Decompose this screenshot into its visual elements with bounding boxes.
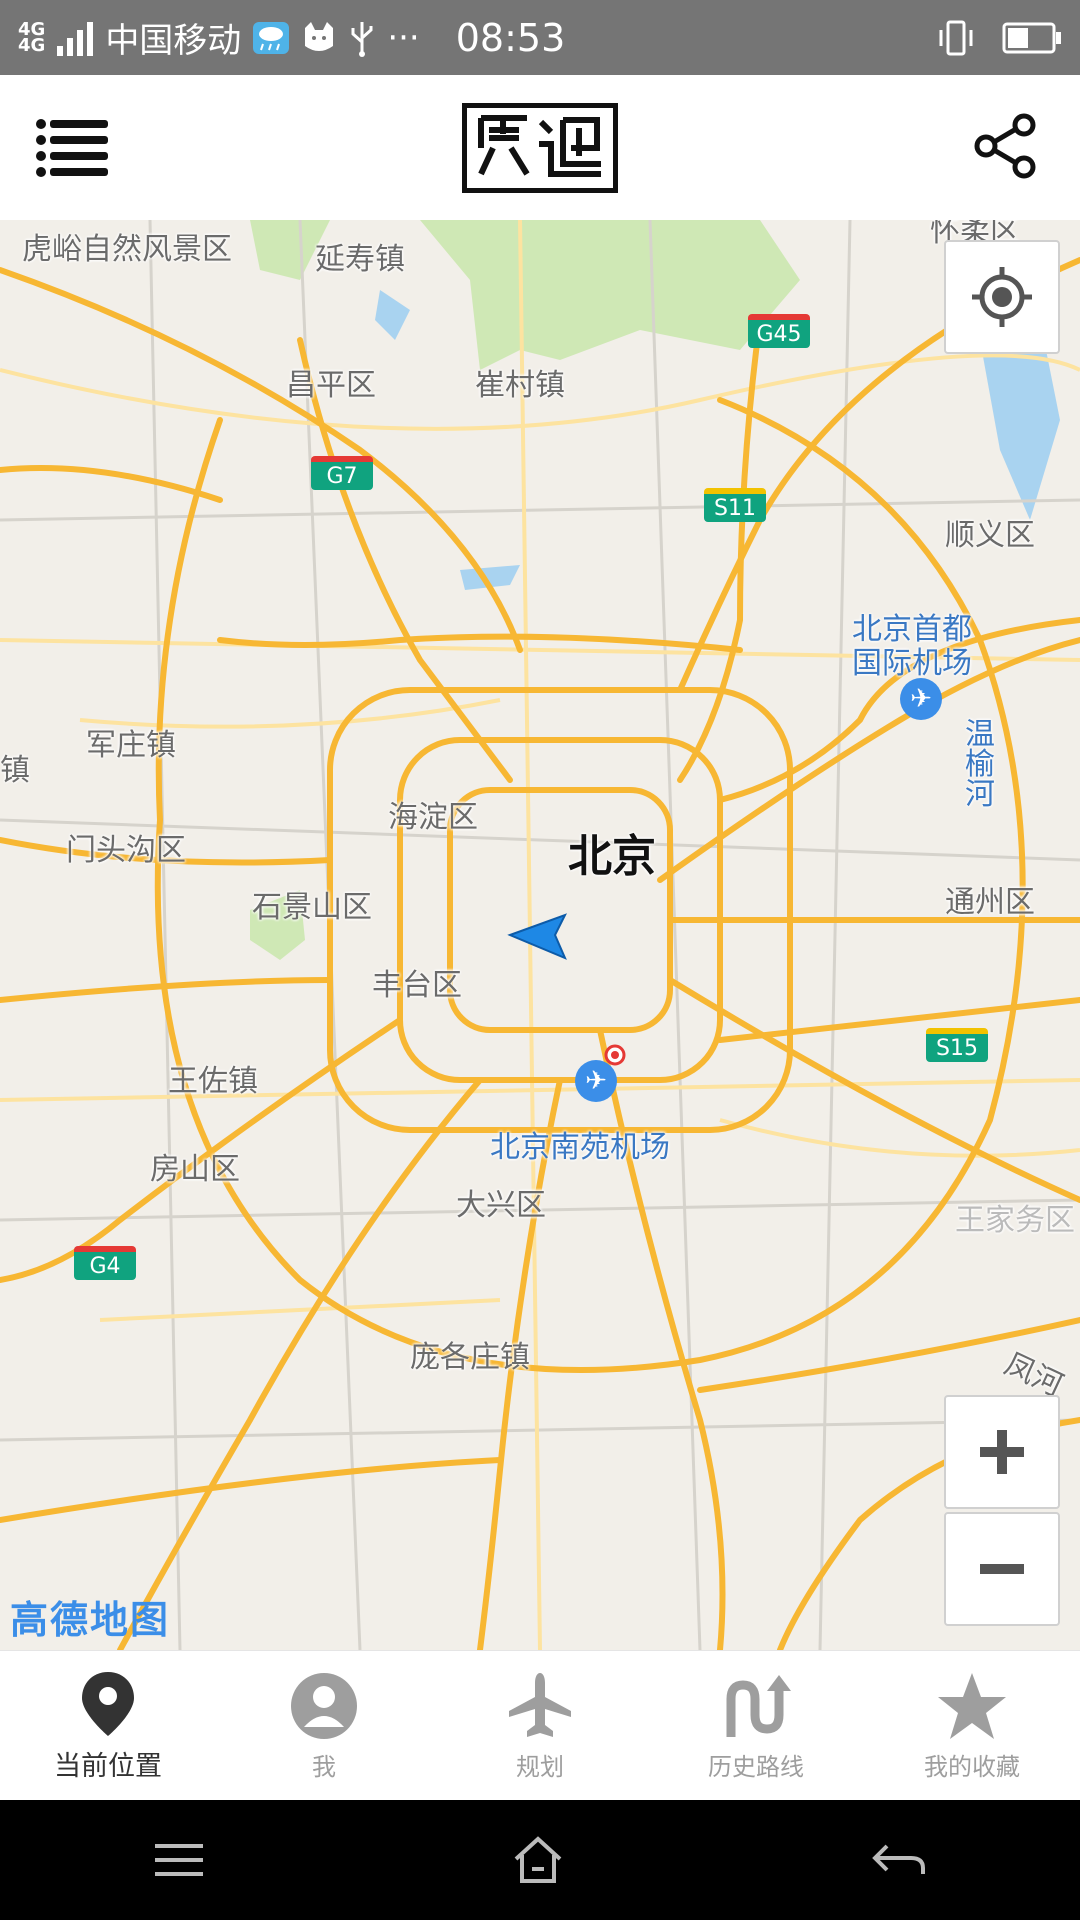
zoom-out-button[interactable]	[944, 1512, 1060, 1626]
cat-notification-icon	[305, 21, 334, 51]
map-label: 镇	[0, 753, 30, 788]
road-shield: G45	[748, 314, 810, 348]
airport-icon: ✈	[900, 678, 942, 720]
star-icon	[938, 1672, 1006, 1739]
map-label: 温 榆 河	[965, 717, 995, 812]
current-location-arrow	[507, 913, 568, 960]
usb-icon	[351, 21, 373, 57]
carrier-name: 中国移动	[105, 21, 242, 61]
tab-plan[interactable]: 规划	[432, 1651, 648, 1801]
map-label-beijing: 北京	[568, 831, 656, 882]
tab-label: 规划	[516, 1752, 564, 1781]
map-view[interactable]: 虎峪自然风景区 延寿镇 怀柔区 昌平区 崔村镇 顺义区 北京首都 国际机场 军庄…	[0, 220, 1080, 1650]
battery-icon	[1002, 22, 1061, 53]
map-label: 昌平区	[286, 368, 376, 403]
tab-label: 历史路线	[708, 1752, 804, 1781]
signal-icon	[57, 21, 94, 56]
map-label: 庞各庄镇	[410, 1340, 530, 1375]
crosshair-icon	[972, 267, 1032, 327]
road-shield: G7	[311, 456, 373, 490]
menu-icon[interactable]	[36, 118, 108, 178]
share-icon[interactable]	[972, 113, 1038, 179]
map-label: 王佐镇	[168, 1064, 258, 1099]
status-left: 4G 4G 中国移动 ··· 08:53	[18, 13, 565, 62]
tab-favorites[interactable]: 我的收藏	[864, 1651, 1080, 1801]
user-icon	[291, 1672, 357, 1739]
map-label: 虎峪自然风景区	[22, 232, 232, 267]
vibrate-icon	[939, 20, 973, 55]
tab-history-routes[interactable]: 历史路线	[648, 1651, 864, 1801]
locate-button[interactable]	[944, 240, 1060, 354]
tab-label: 我的收藏	[924, 1752, 1020, 1781]
map-label: 丰台区	[372, 968, 462, 1003]
map-label: 崔村镇	[475, 368, 565, 403]
airport-icon: ✈	[575, 1060, 617, 1102]
location-pin-icon	[82, 1671, 134, 1736]
map-base	[0, 220, 1080, 1650]
back-nav-icon[interactable]	[871, 1840, 927, 1880]
weather-rain-icon	[253, 21, 290, 54]
bottom-tab-bar: 当前位置 我 规划 历史路线 我的收藏	[0, 1650, 1080, 1801]
map-label: 北京首都 国际机场	[852, 612, 972, 681]
app-logo	[462, 102, 618, 193]
tab-label: 我	[312, 1752, 336, 1781]
map-label: 房山区	[150, 1152, 240, 1187]
tab-current-location[interactable]: 当前位置	[0, 1651, 216, 1801]
map-label: 通州区	[945, 885, 1035, 920]
tab-label: 当前位置	[54, 1750, 162, 1782]
status-right	[936, 18, 1062, 58]
network-type-2: 4G	[18, 34, 46, 56]
map-label: 海淀区	[388, 800, 478, 835]
status-bar: 4G 4G 中国移动 ··· 08:53	[0, 0, 1080, 75]
map-label: 门头沟区	[66, 833, 186, 868]
route-icon	[726, 1674, 791, 1737]
map-label: 延寿镇	[315, 242, 405, 277]
map-label: 顺义区	[945, 518, 1035, 553]
menu-nav-icon[interactable]	[153, 1840, 205, 1880]
more-notifications: ···	[387, 17, 420, 58]
app-header	[0, 75, 1080, 220]
map-provider-logo: 高德地图	[10, 1598, 171, 1642]
road-shield: S11	[704, 488, 766, 522]
minus-icon	[980, 1564, 1024, 1574]
status-time: 08:53	[455, 15, 566, 60]
map-label: 王家务区	[955, 1203, 1075, 1238]
map-label: 石景山区	[252, 890, 372, 925]
airplane-icon	[509, 1672, 571, 1737]
plus-icon	[980, 1430, 1024, 1474]
road-shield: S15	[926, 1028, 988, 1062]
map-label: 北京南苑机场	[490, 1130, 670, 1165]
map-label: 军庄镇	[86, 728, 176, 763]
map-label: 大兴区	[456, 1188, 546, 1223]
road-shield: G4	[74, 1246, 136, 1280]
system-nav-bar	[0, 1800, 1080, 1920]
zoom-in-button[interactable]	[944, 1395, 1060, 1509]
tab-me[interactable]: 我	[216, 1651, 432, 1801]
network-indicator: 4G 4G	[18, 20, 46, 56]
home-nav-icon[interactable]	[512, 1835, 564, 1885]
